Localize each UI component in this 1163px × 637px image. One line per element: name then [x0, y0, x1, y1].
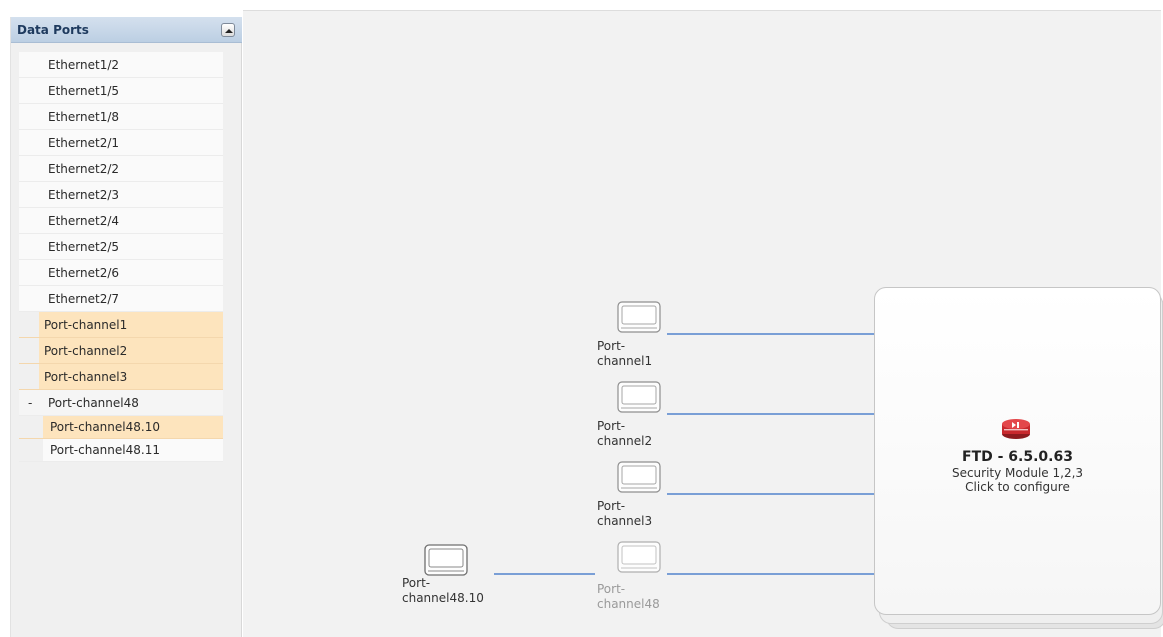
- node-label: Port- channel48.10: [402, 576, 484, 605]
- topology-canvas: Port- channel1 Port- channel2 Port- chan…: [243, 10, 1163, 637]
- port-item-label: Ethernet2/1: [48, 136, 120, 150]
- node-label: Port- channel1: [597, 339, 653, 368]
- data-ports-title: Data Ports: [17, 23, 89, 37]
- port-item-label: Port-channel2: [44, 344, 128, 358]
- port-item-label: Ethernet2/5: [48, 240, 120, 254]
- configure-link[interactable]: Click to configure: [875, 480, 1160, 494]
- link-port-channel3: [667, 493, 874, 495]
- collapse-panel-button[interactable]: [221, 23, 235, 37]
- port-item-label: Ethernet1/5: [48, 84, 120, 98]
- port-item-ethernet1-8[interactable]: Ethernet1/8: [19, 104, 223, 130]
- port-item-port-channel2[interactable]: Port-channel2: [19, 338, 223, 364]
- collapse-toggle[interactable]: -: [28, 390, 32, 416]
- port-item-label: Port-channel48: [48, 396, 139, 410]
- node-label: Port- channel48: [597, 582, 660, 611]
- port-item-label: Ethernet2/2: [48, 162, 120, 176]
- port-item-port-channel3[interactable]: Port-channel3: [19, 364, 223, 390]
- port-item-label: Port-channel3: [44, 370, 128, 384]
- node-label: Port- channel2: [597, 419, 653, 448]
- port-item-label: Port-channel1: [44, 318, 128, 332]
- link-port-channel2: [667, 413, 874, 415]
- port-list: Ethernet1/2 Ethernet1/5 Ethernet1/8 Ethe…: [19, 52, 223, 462]
- port-item-ethernet2-2[interactable]: Ethernet2/2: [19, 156, 223, 182]
- port-item-ethernet2-4[interactable]: Ethernet2/4: [19, 208, 223, 234]
- data-ports-panel: Data Ports Ethernet1/2 Ethernet1/5 Ether…: [10, 17, 242, 637]
- link-port-channel48: [667, 573, 874, 575]
- link-port-channel48-10: [494, 573, 595, 575]
- port-item-label: Ethernet2/4: [48, 214, 120, 228]
- module-title: FTD - 6.5.0.63: [962, 449, 1073, 465]
- data-ports-header: Data Ports: [11, 17, 242, 43]
- port-item-label: Ethernet2/7: [48, 292, 120, 306]
- port-item-ethernet2-7[interactable]: Ethernet2/7: [19, 286, 223, 312]
- port-item-ethernet1-2[interactable]: Ethernet1/2: [19, 52, 223, 78]
- port-item-ethernet2-3[interactable]: Ethernet2/3: [19, 182, 223, 208]
- port-item-port-channel48-10[interactable]: Port-channel48.10: [19, 416, 223, 439]
- port-item-ethernet1-5[interactable]: Ethernet1/5: [19, 78, 223, 104]
- port-item-port-channel1[interactable]: Port-channel1: [19, 312, 223, 338]
- chevron-up-icon: [225, 29, 233, 33]
- port-item-label: Port-channel48.11: [50, 443, 160, 457]
- link-port-channel1: [667, 333, 874, 335]
- node-label: Port- channel3: [597, 499, 653, 528]
- security-module-card[interactable]: FTD - 6.5.0.63 Security Module 1,2,3 Cli…: [874, 287, 1161, 615]
- port-item-ethernet2-6[interactable]: Ethernet2/6: [19, 260, 223, 286]
- port-channel-icon: [617, 381, 661, 413]
- port-item-ethernet2-5[interactable]: Ethernet2/5: [19, 234, 223, 260]
- port-item-port-channel48-11[interactable]: Port-channel48.11: [19, 439, 223, 462]
- security-module-icon: [1002, 419, 1030, 439]
- module-subtitle: Security Module 1,2,3: [951, 466, 1084, 480]
- port-item-label: Ethernet2/3: [48, 188, 120, 202]
- port-item-label: Port-channel48.10: [50, 420, 160, 434]
- port-item-label: Ethernet2/6: [48, 266, 120, 280]
- port-item-port-channel48[interactable]: - Port-channel48: [19, 390, 223, 416]
- port-item-label: Ethernet1/2: [48, 58, 120, 72]
- port-item-label: Ethernet1/8: [48, 110, 120, 124]
- port-channel-icon: [617, 541, 661, 573]
- port-channel-icon: [617, 301, 661, 333]
- port-item-ethernet2-1[interactable]: Ethernet2/1: [19, 130, 223, 156]
- port-channel-icon: [617, 461, 661, 493]
- port-channel-icon: [424, 544, 468, 576]
